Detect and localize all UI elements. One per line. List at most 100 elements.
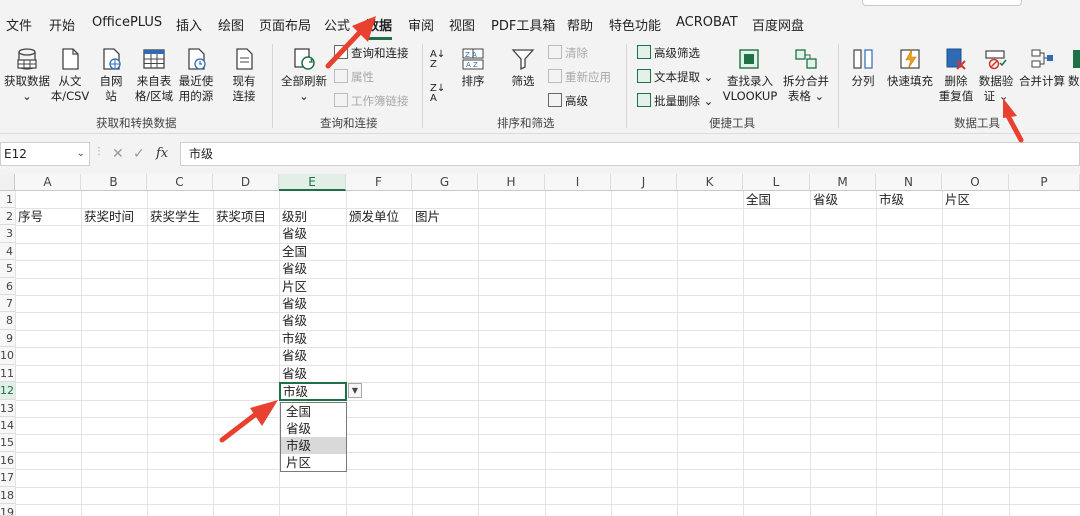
menu-acrobat[interactable]: ACROBAT [676,15,738,30]
column-header-k[interactable]: K [677,174,743,191]
reapply-button[interactable]: 重新应用 [548,68,611,86]
cancel-icon[interactable]: ✕ [112,146,124,162]
row-header-5[interactable]: 5 [0,260,15,278]
dropdown-option[interactable]: 片区 [281,454,346,471]
row-header-13[interactable]: 13 [0,400,15,417]
vlookup-button[interactable]: 查找录入 VLOOKUP [722,46,778,104]
cell-e11[interactable]: 省级 [279,365,307,382]
enter-check-icon[interactable]: ✓ [133,146,145,162]
chevron-down-icon[interactable]: ⌄ [77,143,85,165]
cell-l1[interactable]: 全国 [743,191,771,208]
clear-filter-button[interactable]: 清除 [548,44,588,62]
column-header-f[interactable]: F [346,174,412,191]
row-header-15[interactable]: 15 [0,434,15,452]
column-header-j[interactable]: J [611,174,677,191]
advanced-filter-button[interactable]: 高级筛选 [637,44,700,62]
validation-dropdown-list[interactable]: 全国 省级 市级 片区 [280,402,347,472]
row-header-1[interactable]: 1 [0,191,15,208]
column-header-i[interactable]: I [545,174,611,191]
column-header-b[interactable]: B [81,174,147,191]
from-web-button[interactable]: 自网站 [94,46,128,104]
cell-a2[interactable]: 序号 [15,208,43,225]
spreadsheet-grid[interactable]: A B C D E F G H I J K L M N O P 1 2 3 4 … [0,174,1080,516]
column-header-o[interactable]: O [942,174,1009,191]
row-header-11[interactable]: 11 [0,365,15,382]
cell-e6[interactable]: 片区 [279,278,307,295]
cell-e5[interactable]: 省级 [279,260,307,277]
menu-help[interactable]: 帮助 [567,15,593,34]
data-validation-button[interactable]: 数据验证 ⌄ [978,46,1014,104]
row-header-2[interactable]: 2 [0,208,15,225]
refresh-all-button[interactable]: 全部刷新 ⌄ [280,46,328,104]
cell-n1[interactable]: 市级 [876,191,904,208]
batch-delete-button[interactable]: 批量删除 ⌄ [637,92,713,110]
menu-special-features[interactable]: 特色功能 [609,15,661,34]
text-extract-button[interactable]: 文本提取 ⌄ [637,68,713,86]
dropdown-option[interactable]: 全国 [281,403,346,420]
select-all-corner[interactable] [0,174,15,191]
consolidate-button[interactable]: 合并计算 [1017,46,1067,89]
column-header-m[interactable]: M [810,174,876,191]
queries-connections-button[interactable]: 查询和连接 [334,44,409,62]
row-header-14[interactable]: 14 [0,417,15,434]
menu-formulas[interactable]: 公式 [324,15,350,34]
row-header-9[interactable]: 9 [0,330,15,347]
advanced-filter-small-button[interactable]: 高级 [548,92,588,110]
cell-e9[interactable]: 市级 [279,330,307,347]
menu-officeplus[interactable]: OfficePLUS [92,15,162,30]
truncated-tool-button[interactable]: 数 [1068,46,1080,89]
cell-m1[interactable]: 省级 [810,191,838,208]
text-to-columns-button[interactable]: 分列 [848,46,878,89]
split-merge-button[interactable]: 拆分合并 表格 ⌄ [781,46,831,104]
menu-pdf-toolbox[interactable]: PDF工具箱 [491,15,555,34]
column-header-d[interactable]: D [213,174,279,191]
insert-function-icon[interactable]: fx [156,146,168,161]
sort-descending-button[interactable]: Z↓ A [430,84,445,104]
row-header-8[interactable]: 8 [0,312,15,330]
column-header-c[interactable]: C [147,174,213,191]
sort-ascending-button[interactable]: A↓ Z [430,50,445,70]
properties-button[interactable]: 属性 [334,68,374,86]
cell-g2[interactable]: 图片 [412,208,440,225]
menu-home[interactable]: 开始 [49,15,75,34]
menu-review[interactable]: 审阅 [408,15,434,34]
sort-button[interactable]: Z A A Z 排序 [458,46,488,89]
get-data-button[interactable]: 获取数据 ⌄ [4,46,50,104]
cell-e3[interactable]: 省级 [279,225,307,242]
cell-b2[interactable]: 获奖时间 [81,208,134,225]
cell-c2[interactable]: 获奖学生 [147,208,200,225]
column-header-a[interactable]: A [15,174,81,191]
menu-draw[interactable]: 绘图 [218,15,244,34]
column-header-n[interactable]: N [876,174,942,191]
flash-fill-button[interactable]: 快速填充 [886,46,934,89]
dropdown-option-selected[interactable]: 市级 [281,437,346,454]
remove-duplicates-button[interactable]: 删除 重复值 [938,46,974,104]
column-header-g[interactable]: G [412,174,478,191]
recent-sources-button[interactable]: 最近使用的源 [176,46,216,104]
active-cell-e12[interactable]: 市级 [279,382,347,401]
dropdown-option[interactable]: 省级 [281,420,346,437]
cell-e7[interactable]: 省级 [279,295,307,312]
existing-connections-button[interactable]: 现有连接 [227,46,261,104]
column-header-p[interactable]: P [1009,174,1080,191]
validation-dropdown-button[interactable]: ▼ [348,383,362,398]
from-table-button[interactable]: 来自表格/区域 [133,46,175,104]
row-header-17[interactable]: 17 [0,469,15,487]
row-header-16[interactable]: 16 [0,452,15,469]
filter-button[interactable]: 筛选 [508,46,538,89]
formula-input[interactable]: 市级 [180,142,1080,166]
from-text-csv-button[interactable]: 从文本/CSV [49,46,91,104]
row-header-19[interactable]: 19 [0,504,15,516]
menu-page-layout[interactable]: 页面布局 [259,15,311,34]
cell-e4[interactable]: 全国 [279,243,307,260]
column-header-e[interactable]: E [279,174,346,191]
menu-data[interactable]: 数据 [366,15,393,40]
cell-o1[interactable]: 片区 [942,191,970,208]
more-options-icon[interactable]: ⋮ [94,146,104,157]
cell-e8[interactable]: 省级 [279,312,307,329]
row-header-7[interactable]: 7 [0,295,15,312]
menu-file[interactable]: 文件 [6,15,32,34]
column-header-l[interactable]: L [743,174,810,191]
row-header-3[interactable]: 3 [0,225,15,243]
row-header-12[interactable]: 12 [0,382,15,400]
